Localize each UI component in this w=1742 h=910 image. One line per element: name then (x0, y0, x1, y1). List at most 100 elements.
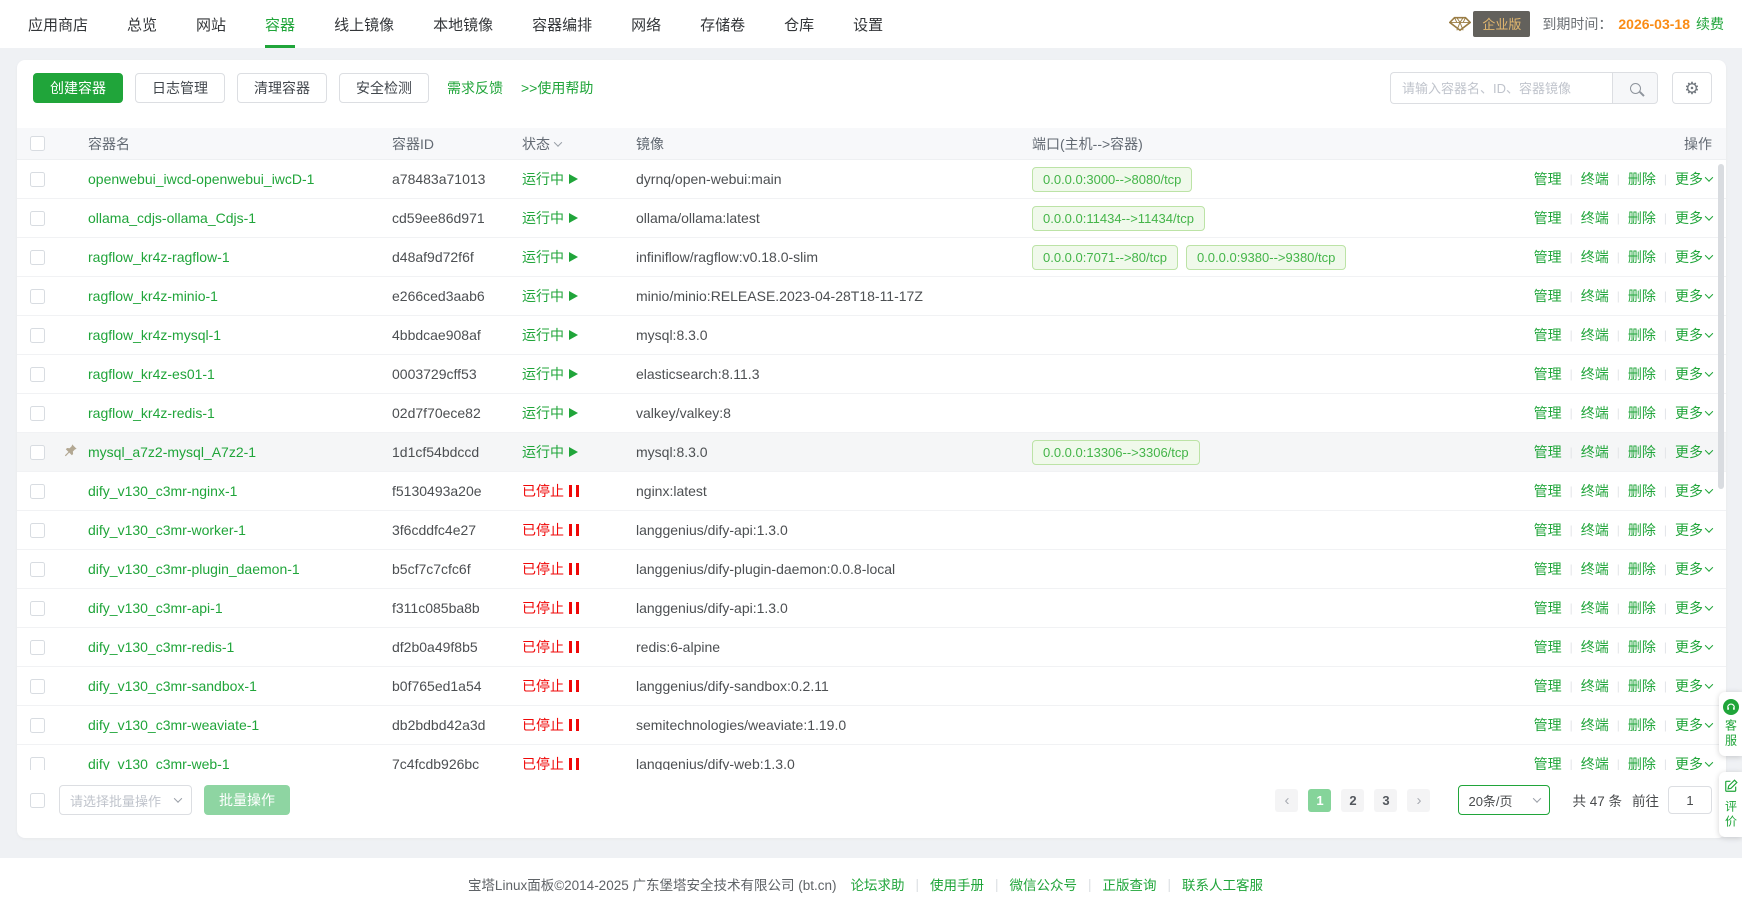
customer-service-widget[interactable]: 客服 (1719, 692, 1742, 756)
terminal-link[interactable]: 终端 (1581, 286, 1609, 306)
review-widget[interactable]: 评价 (1719, 772, 1742, 837)
more-link[interactable]: 更多 (1675, 676, 1712, 696)
nav-tab[interactable]: 仓库 (784, 0, 814, 48)
manage-link[interactable]: 管理 (1534, 481, 1562, 501)
manage-link[interactable]: 管理 (1534, 247, 1562, 267)
delete-link[interactable]: 删除 (1628, 715, 1656, 735)
row-checkbox[interactable] (30, 250, 45, 265)
delete-link[interactable]: 删除 (1628, 481, 1656, 501)
footer-link[interactable]: 微信公众号 (1010, 874, 1078, 894)
row-checkbox[interactable] (30, 718, 45, 733)
manage-link[interactable]: 管理 (1534, 325, 1562, 345)
more-link[interactable]: 更多 (1675, 364, 1712, 384)
terminal-link[interactable]: 终端 (1581, 754, 1609, 770)
more-link[interactable]: 更多 (1675, 403, 1712, 423)
manage-link[interactable]: 管理 (1534, 676, 1562, 696)
terminal-link[interactable]: 终端 (1581, 364, 1609, 384)
renew-link[interactable]: 续费 (1696, 14, 1724, 34)
manage-link[interactable]: 管理 (1534, 559, 1562, 579)
container-name-link[interactable]: dify_v130_c3mr-nginx-1 (88, 483, 237, 499)
delete-link[interactable]: 删除 (1628, 598, 1656, 618)
manage-link[interactable]: 管理 (1534, 403, 1562, 423)
container-name-link[interactable]: openwebui_iwcd-openwebui_iwcD-1 (88, 171, 314, 187)
terminal-link[interactable]: 终端 (1581, 208, 1609, 228)
table-scrollbar[interactable] (1718, 164, 1724, 489)
more-link[interactable]: 更多 (1675, 325, 1712, 345)
row-checkbox[interactable] (30, 445, 45, 460)
container-name-link[interactable]: dify_v130_c3mr-plugin_daemon-1 (88, 561, 300, 577)
more-link[interactable]: 更多 (1675, 208, 1712, 228)
manage-link[interactable]: 管理 (1534, 364, 1562, 384)
row-checkbox[interactable] (30, 562, 45, 577)
delete-link[interactable]: 删除 (1628, 325, 1656, 345)
log-management-button[interactable]: 日志管理 (135, 73, 225, 103)
more-link[interactable]: 更多 (1675, 715, 1712, 735)
delete-link[interactable]: 删除 (1628, 637, 1656, 657)
delete-link[interactable]: 删除 (1628, 403, 1656, 423)
terminal-link[interactable]: 终端 (1581, 169, 1609, 189)
footer-link[interactable]: 使用手册 (930, 874, 984, 894)
manage-link[interactable]: 管理 (1534, 286, 1562, 306)
nav-tab[interactable]: 网站 (196, 0, 226, 48)
nav-tab[interactable]: 容器编排 (532, 0, 592, 48)
nav-tab[interactable]: 总览 (127, 0, 157, 48)
delete-link[interactable]: 删除 (1628, 520, 1656, 540)
footer-link[interactable]: 论坛求助 (850, 874, 904, 894)
nav-tab[interactable]: 本地镜像 (433, 0, 493, 48)
terminal-link[interactable]: 终端 (1581, 637, 1609, 657)
row-checkbox[interactable] (30, 211, 45, 226)
delete-link[interactable]: 删除 (1628, 169, 1656, 189)
manage-link[interactable]: 管理 (1534, 715, 1562, 735)
row-checkbox[interactable] (30, 484, 45, 499)
terminal-link[interactable]: 终端 (1581, 442, 1609, 462)
container-name-link[interactable]: ollama_cdjs-ollama_Cdjs-1 (88, 210, 256, 226)
container-name-link[interactable]: dify_v130_c3mr-worker-1 (88, 522, 246, 538)
more-link[interactable]: 更多 (1675, 286, 1712, 306)
clean-container-button[interactable]: 清理容器 (237, 73, 327, 103)
container-name-link[interactable]: dify_v130_c3mr-sandbox-1 (88, 678, 257, 694)
more-link[interactable]: 更多 (1675, 637, 1712, 657)
footer-link[interactable]: 正版查询 (1103, 874, 1157, 894)
manage-link[interactable]: 管理 (1534, 169, 1562, 189)
delete-link[interactable]: 删除 (1628, 442, 1656, 462)
nav-tab[interactable]: 应用商店 (28, 0, 88, 48)
more-link[interactable]: 更多 (1675, 481, 1712, 501)
container-name-link[interactable]: ragflow_kr4z-es01-1 (88, 366, 215, 382)
manage-link[interactable]: 管理 (1534, 637, 1562, 657)
more-link[interactable]: 更多 (1675, 442, 1712, 462)
nav-tab[interactable]: 存储卷 (700, 0, 745, 48)
more-link[interactable]: 更多 (1675, 520, 1712, 540)
delete-link[interactable]: 删除 (1628, 754, 1656, 770)
batch-apply-button[interactable]: 批量操作 (204, 785, 290, 815)
row-checkbox[interactable] (30, 523, 45, 538)
row-checkbox[interactable] (30, 172, 45, 187)
delete-link[interactable]: 删除 (1628, 364, 1656, 384)
page-button[interactable]: 2 (1341, 789, 1364, 812)
terminal-link[interactable]: 终端 (1581, 715, 1609, 735)
container-name-link[interactable]: ragflow_kr4z-ragflow-1 (88, 249, 230, 265)
more-link[interactable]: 更多 (1675, 559, 1712, 579)
more-link[interactable]: 更多 (1675, 598, 1712, 618)
row-checkbox[interactable] (30, 757, 45, 771)
delete-link[interactable]: 删除 (1628, 559, 1656, 579)
nav-tab[interactable]: 线上镜像 (334, 0, 394, 48)
delete-link[interactable]: 删除 (1628, 286, 1656, 306)
container-name-link[interactable]: dify_v130_c3mr-redis-1 (88, 639, 234, 655)
manage-link[interactable]: 管理 (1534, 442, 1562, 462)
terminal-link[interactable]: 终端 (1581, 676, 1609, 696)
page-button[interactable]: 3 (1374, 789, 1397, 812)
row-checkbox[interactable] (30, 679, 45, 694)
terminal-link[interactable]: 终端 (1581, 247, 1609, 267)
nav-tab[interactable]: 容器 (265, 0, 295, 48)
terminal-link[interactable]: 终端 (1581, 325, 1609, 345)
row-checkbox[interactable] (30, 406, 45, 421)
row-checkbox[interactable] (30, 328, 45, 343)
manage-link[interactable]: 管理 (1534, 754, 1562, 770)
more-link[interactable]: 更多 (1675, 247, 1712, 267)
nav-tab[interactable]: 网络 (631, 0, 661, 48)
delete-link[interactable]: 删除 (1628, 676, 1656, 696)
search-button[interactable] (1612, 72, 1658, 104)
terminal-link[interactable]: 终端 (1581, 403, 1609, 423)
row-checkbox[interactable] (30, 367, 45, 382)
manage-link[interactable]: 管理 (1534, 598, 1562, 618)
